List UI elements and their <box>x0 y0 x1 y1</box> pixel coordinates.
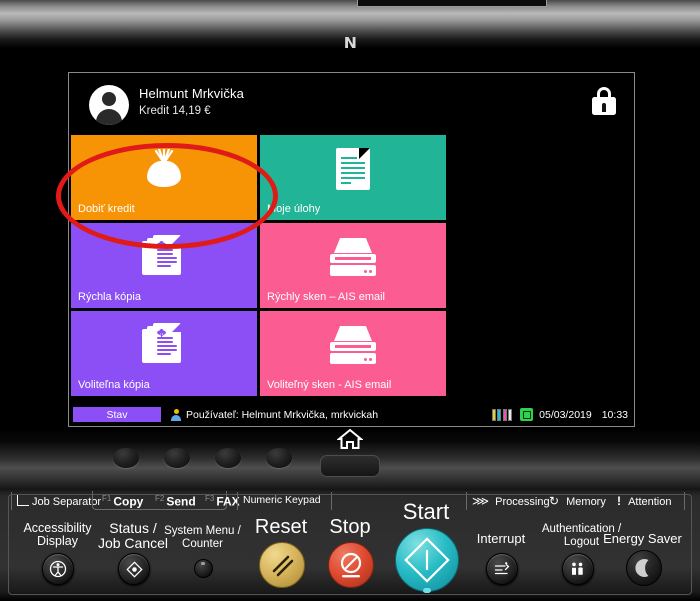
start-label: Start <box>402 499 450 524</box>
lock-icon[interactable] <box>592 87 616 115</box>
toner-level-icon <box>491 408 521 421</box>
tile-label: Rýchly sken – AIS email <box>267 291 385 303</box>
start-button[interactable] <box>395 528 459 592</box>
status-job-cancel-button[interactable] <box>118 553 150 585</box>
reset-button[interactable] <box>259 542 305 588</box>
tile-row-3: Voliteľna kópia Voliteľný sken - AIS ema… <box>71 311 446 396</box>
home-icon <box>336 428 364 450</box>
f2-key-tag: F2 <box>155 494 165 503</box>
tile-dobit-kredit[interactable]: Dobiť kredit <box>71 135 257 220</box>
home-tile-grid: Dobiť kredit Moje úlohy Rýchla kópia Rýc… <box>71 135 446 399</box>
date-time-icon <box>520 408 534 421</box>
scanner-icon <box>260 231 446 283</box>
soft-key-4[interactable] <box>266 448 292 468</box>
soft-key-3[interactable] <box>215 448 241 468</box>
processing-indicator: ⋙ Processing <box>472 494 550 508</box>
attention-icon: ! <box>617 494 621 508</box>
f3-key-tag: F3 <box>205 494 215 503</box>
device-top-bevel: N <box>0 0 700 52</box>
soft-key-1[interactable] <box>113 448 139 468</box>
send-key-label[interactable]: F2 Send <box>155 494 196 509</box>
tile-row-1: Dobiť kredit Moje úlohy <box>71 135 446 220</box>
tile-moje-ulohy[interactable]: Moje úlohy <box>260 135 446 220</box>
reset-icon <box>272 555 294 577</box>
job-separator-icon <box>17 494 29 506</box>
status-date: 05/03/2019 <box>539 408 592 421</box>
memory-icon: ↻ <box>549 494 560 508</box>
processing-icon: ⋙ <box>472 494 489 508</box>
tile-rychly-sken-ais-email[interactable]: Rýchly sken – AIS email <box>260 223 446 308</box>
energy-saver-button[interactable] <box>626 550 662 586</box>
tile-label: Voliteľný sken - AIS email <box>267 379 392 391</box>
user-credit: Kredit 14,19 € <box>139 105 211 117</box>
tile-label: Dobiť kredit <box>78 203 135 215</box>
status-button[interactable]: Stav <box>73 407 161 422</box>
stop-icon <box>340 552 362 578</box>
status-bar: Stav Používateľ: Helmunt Mrkvička, mrkvi… <box>71 406 632 423</box>
attention-indicator: ! Attention <box>617 494 672 508</box>
numeric-keypad-label[interactable]: Numeric Keypad <box>243 494 321 506</box>
interrupt-button[interactable] <box>486 553 518 585</box>
copy-docs-icon <box>71 319 257 371</box>
user-header: Helmunt Mrkvička Kredit 14,19 € <box>69 73 634 135</box>
stop-label: Stop <box>329 516 371 538</box>
lcd-touchscreen[interactable]: Helmunt Mrkvička Kredit 14,19 € Dobiť kr… <box>68 72 635 427</box>
tile-rychla-kopia[interactable]: Rýchla kópia <box>71 223 257 308</box>
copy-docs-icon <box>71 231 257 283</box>
authentication-icon <box>572 562 583 575</box>
tile-volitelna-kopia[interactable]: Voliteľna kópia <box>71 311 257 396</box>
tile-label: Rýchla kópia <box>78 291 141 303</box>
printer-control-panel: N Helmunt Mrkvička Kredit 14,19 € Dobiť … <box>0 0 700 601</box>
tile-label: Moje úlohy <box>267 203 321 215</box>
start-led-bottom <box>423 588 431 593</box>
authentication-logout-button[interactable] <box>562 553 594 585</box>
energy-saver-label: Energy Saver <box>603 531 682 546</box>
hardware-key-panel: Job Separator F1 Copy F2 Send F3 FAX Numeri… <box>0 490 700 601</box>
interrupt-icon <box>494 562 510 575</box>
tile-volitelny-sken-ais-email[interactable]: Voliteľný sken - AIS email <box>260 311 446 396</box>
soft-key-2[interactable] <box>164 448 190 468</box>
document-icon <box>260 143 446 195</box>
start-icon <box>404 537 450 583</box>
tile-label: Voliteľna kópia <box>78 379 150 391</box>
moon-icon <box>635 559 649 577</box>
money-bag-icon <box>71 143 257 195</box>
status-user-text: Používateľ: Helmunt Mrkvička, mrkvickah <box>186 408 379 421</box>
user-avatar-icon <box>89 85 129 125</box>
stop-button[interactable] <box>328 542 374 588</box>
flower-icon <box>156 238 167 251</box>
copy-key-label[interactable]: F1 Copy <box>102 494 143 509</box>
system-menu-counter-button[interactable] <box>194 559 213 578</box>
fax-key-label[interactable]: F3 FAX <box>205 494 240 509</box>
memory-indicator: ↻ Memory <box>549 494 606 508</box>
scanner-icon <box>260 319 446 371</box>
f1-key-tag: F1 <box>102 494 112 503</box>
status-icon <box>125 560 143 578</box>
job-separator-label[interactable]: Job Separator <box>17 494 101 508</box>
device-top-notch <box>357 0 547 7</box>
accessibility-icon <box>49 560 67 578</box>
accessibility-display-button[interactable] <box>42 553 74 585</box>
tile-row-2: Rýchla kópia Rýchly sken – AIS email <box>71 223 446 308</box>
status-time: 10:33 <box>601 408 628 421</box>
user-small-icon <box>170 408 182 421</box>
home-button[interactable] <box>320 455 380 477</box>
user-name: Helmunt Mrkvička <box>139 86 244 101</box>
flower-icon <box>156 326 167 339</box>
